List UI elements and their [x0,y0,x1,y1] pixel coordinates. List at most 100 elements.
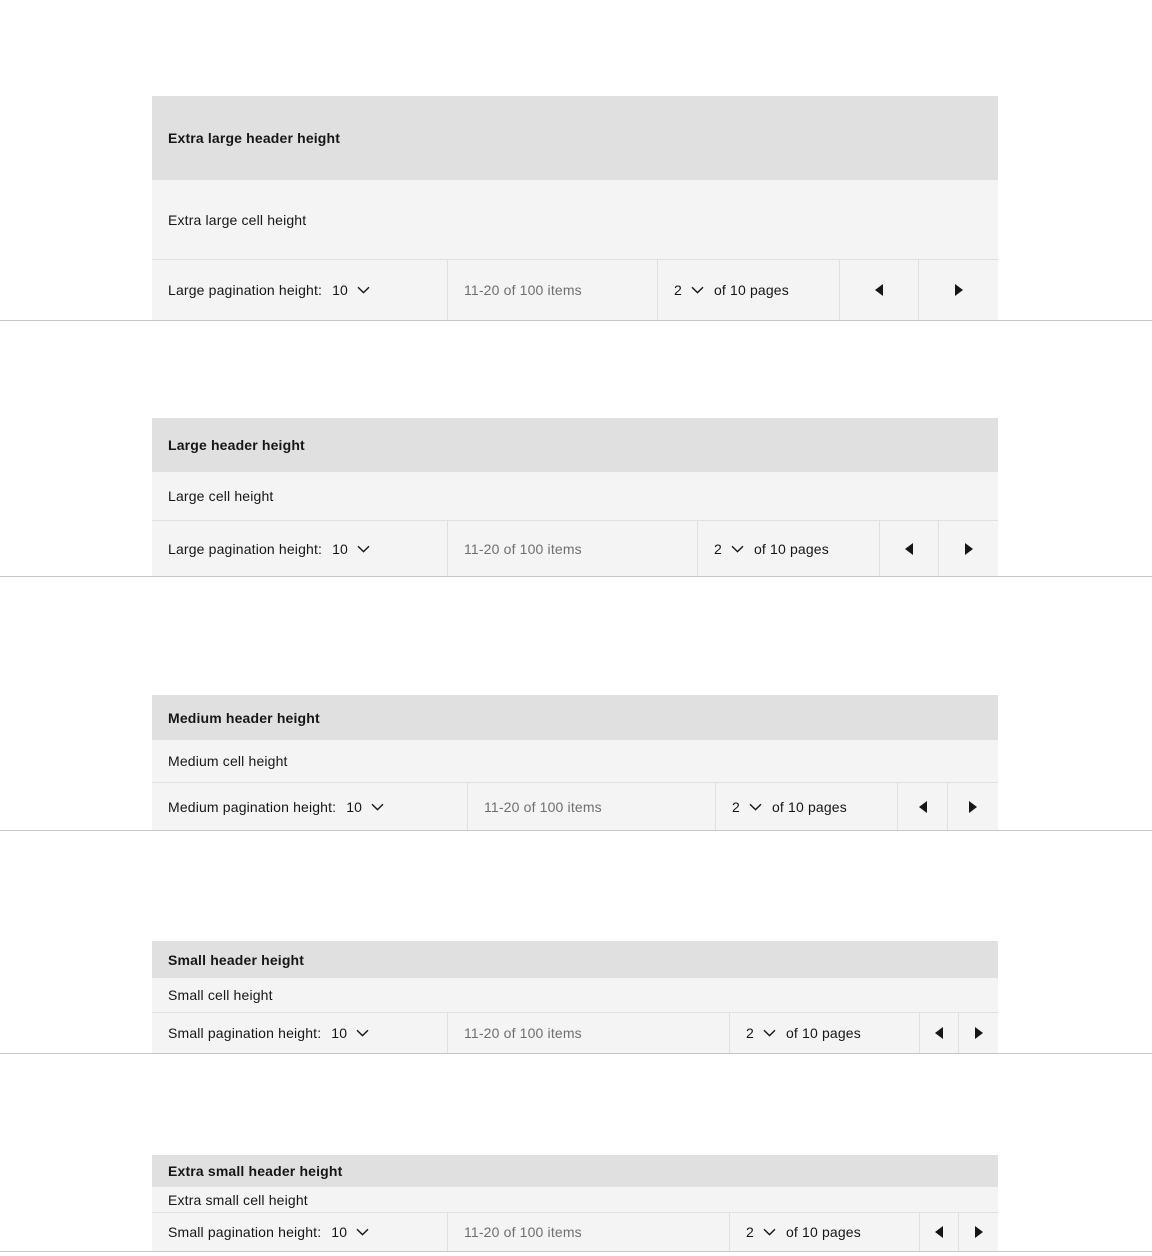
item-range-text: 11-20 of 100 items [448,260,658,320]
column-header-label: Large header height [168,437,305,453]
chevron-down-icon [749,803,762,811]
table-cell-label: Small cell height [168,987,273,1003]
chevron-down-icon [356,1029,369,1037]
table-body-row: Extra large cell height [152,180,998,260]
page-total-label: of 10 pages [771,798,847,815]
page-number-section: 2 of 10 pages [698,521,880,576]
chevron-down-icon [371,803,384,811]
item-range-label: 11-20 of 100 items [464,1025,582,1041]
data-table-small: Small header height Small cell height Sm… [0,941,1152,1054]
item-range-label: 11-20 of 100 items [484,798,602,815]
caret-left-icon [918,800,927,813]
caret-right-icon [964,542,973,555]
previous-page-button[interactable] [920,1013,959,1053]
page-number-select[interactable]: 2 [746,1025,776,1041]
pagination-bar: Medium pagination height: 10 11-20 of 10… [0,783,1152,831]
page-number-select[interactable]: 2 [746,1224,776,1240]
chevron-down-icon [763,1029,776,1037]
item-range-text: 11-20 of 100 items [468,783,716,830]
page-size-select[interactable]: 10 [332,282,370,298]
page-size-section: Small pagination height: 10 [152,1213,448,1251]
data-table-large: Large header height Large cell height La… [0,418,1152,577]
caret-right-icon [969,800,977,813]
chevron-down-icon [731,545,744,553]
chevron-down-icon [356,1228,369,1236]
next-page-button[interactable] [919,260,998,320]
page-size-value: 10 [331,1224,348,1240]
page-number-section: 2 of 10 pages [730,1013,920,1053]
table-body-row: Medium cell height [152,740,998,783]
item-range-text: 11-20 of 100 items [448,521,698,576]
page-number-select[interactable]: 2 [732,799,762,815]
chevron-down-icon [357,545,370,553]
column-header-label: Medium header height [168,709,320,726]
table-header-row: Large header height [152,418,998,472]
page-number-section: 2 of 10 pages [730,1213,920,1251]
table-cell-label: Medium cell height [168,753,288,769]
page-number-value: 2 [674,282,682,298]
data-table-medium: Medium header height Medium cell height … [0,695,1152,831]
page-size-select[interactable]: 10 [331,1224,369,1240]
page-size-select[interactable]: 10 [331,1025,369,1041]
item-range-text: 11-20 of 100 items [448,1213,730,1251]
page-size-select[interactable]: 10 [346,799,384,815]
page-size-select[interactable]: 10 [332,541,370,557]
page-size-label: Small pagination height: [168,1025,322,1041]
table-cell-label: Extra small cell height [168,1191,308,1208]
page-size-value: 10 [346,798,363,815]
page-number-value: 2 [746,1224,754,1240]
next-page-button[interactable] [939,521,998,576]
item-range-text: 11-20 of 100 items [448,1013,730,1053]
page-number-section: 2 of 10 pages [716,783,898,830]
page-total-label: of 10 pages [785,1224,861,1240]
page-total-label: of 10 pages [753,540,829,557]
column-header-label: Extra large header height [168,130,341,146]
chevron-down-icon [763,1228,776,1236]
item-range-label: 11-20 of 100 items [464,282,582,298]
pagination-bar: Small pagination height: 10 11-20 of 100… [0,1213,1152,1252]
caret-left-icon [935,1226,943,1238]
page-size-section: Large pagination height: 10 [152,260,448,320]
page-number-value: 2 [732,798,740,815]
page-size-label: Small pagination height: [168,1224,322,1240]
next-page-button[interactable] [959,1013,998,1053]
page-size-label: Large pagination height: [168,540,323,557]
pagination-bar: Large pagination height: 10 11-20 of 100… [0,260,1152,321]
column-header-label: Extra small header height [168,1163,343,1179]
table-header-row: Extra large header height [152,96,998,180]
page-total-label: of 10 pages [713,282,789,298]
pagination-bar: Small pagination height: 10 11-20 of 100… [0,1013,1152,1054]
table-header-row: Medium header height [152,695,998,740]
item-range-label: 11-20 of 100 items [464,540,582,557]
page-number-section: 2 of 10 pages [658,260,840,320]
previous-page-button[interactable] [920,1213,959,1251]
caret-right-icon [974,1027,983,1039]
page-number-select[interactable]: 2 [714,541,744,557]
pagination-bar: Large pagination height: 10 11-20 of 100… [0,521,1152,577]
chevron-down-icon [691,286,704,294]
table-cell-label: Extra large cell height [168,211,307,228]
previous-page-button[interactable] [840,260,919,320]
table-body-row: Small cell height [152,978,998,1013]
caret-left-icon [935,1027,943,1039]
page-size-label: Medium pagination height: [168,798,337,815]
next-page-button[interactable] [948,783,998,830]
page-size-value: 10 [331,1025,348,1041]
page-number-value: 2 [714,540,722,557]
page-size-value: 10 [332,540,348,557]
data-table-extra-small: Extra small header height Extra small ce… [0,1155,1152,1252]
table-header-row: Extra small header height [152,1155,998,1187]
table-cell-label: Large cell height [168,488,274,504]
next-page-button[interactable] [959,1213,998,1251]
previous-page-button[interactable] [880,521,939,576]
table-body-row: Large cell height [152,472,998,521]
page-number-value: 2 [746,1025,754,1041]
page-size-section: Large pagination height: 10 [152,521,448,576]
page-total-label: of 10 pages [785,1025,861,1041]
previous-page-button[interactable] [898,783,948,830]
page-number-select[interactable]: 2 [674,282,704,298]
table-body-row: Extra small cell height [152,1187,998,1213]
page-size-label: Large pagination height: [168,282,323,298]
page-size-section: Medium pagination height: 10 [152,783,468,830]
data-table-extra-large: Extra large header height Extra large ce… [0,96,1152,321]
